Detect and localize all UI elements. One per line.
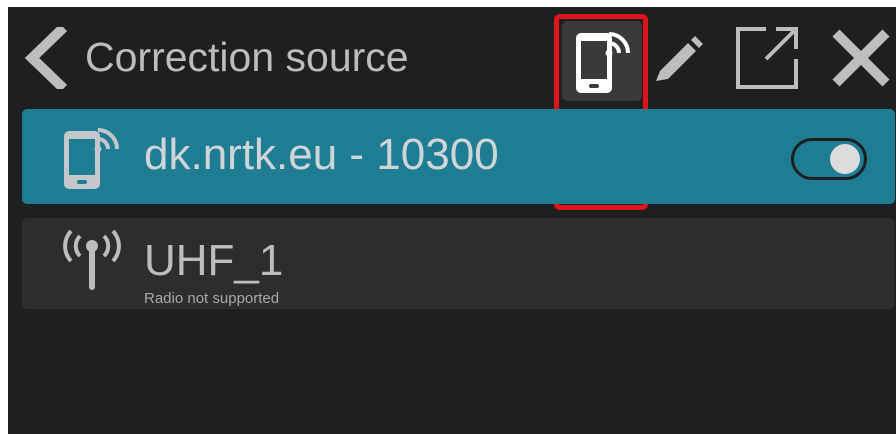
toggle-knob [830, 144, 860, 174]
pencil-icon [656, 36, 703, 81]
radio-antenna-icon [63, 229, 121, 290]
source-status-text: Radio not supported [144, 290, 280, 307]
back-button[interactable] [22, 23, 70, 93]
phone-wifi-icon [64, 128, 119, 189]
edit-button[interactable] [650, 29, 706, 85]
source-label: UHF_1 [144, 236, 284, 285]
source-enabled-toggle[interactable] [791, 138, 867, 180]
source-row-ntrip[interactable]: dk.nrtk.eu - 10300 [22, 109, 895, 204]
chevron-left-icon [24, 23, 68, 93]
open-external-icon [736, 27, 798, 89]
close-icon [832, 29, 890, 87]
correction-source-screen: Correction source dk.nrtk.eu - 10300 UHF… [8, 7, 896, 434]
page-title: Correction source [85, 34, 409, 80]
source-label: dk.nrtk.eu - 10300 [144, 130, 499, 179]
open-external-button[interactable] [732, 23, 802, 93]
close-button[interactable] [826, 23, 896, 93]
source-row-uhf[interactable]: UHF_1 Radio not supported [22, 218, 895, 309]
